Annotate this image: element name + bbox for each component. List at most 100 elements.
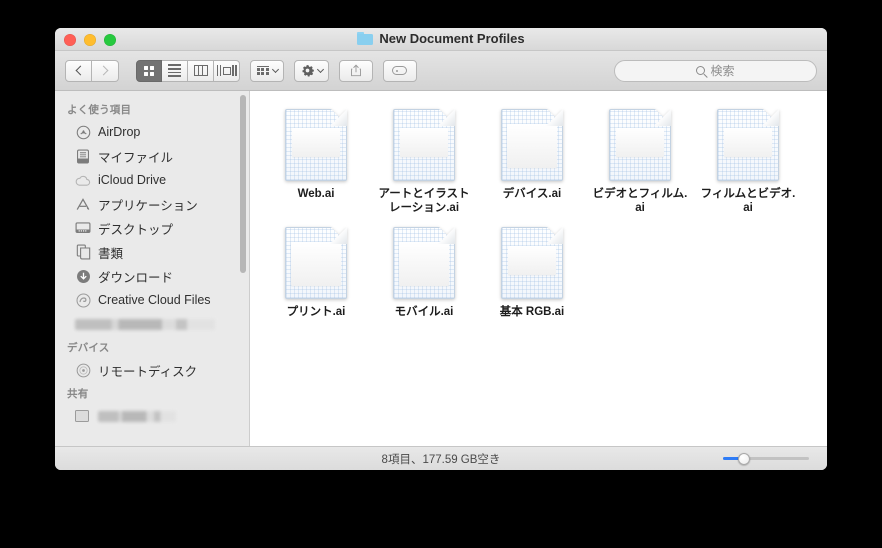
file-grid: Web.ai アートとイラストレーション.ai デバイス.ai ビデオとフィルム… [250,103,827,319]
file-item[interactable]: Web.ai [262,103,370,215]
documents-icon [75,244,91,260]
forward-button[interactable] [92,59,119,82]
ai-document-icon [501,227,563,299]
file-name: デバイス.ai [502,188,562,200]
file-item[interactable]: フィルムとビデオ.ai [694,103,802,215]
tag-button[interactable] [382,59,417,82]
sidebar-item-label: AirDrop [98,125,141,139]
finder-window: New Document Profiles 検索 よく使う項目 AirDrop … [55,28,827,470]
arrange-icon [257,65,269,76]
file-item[interactable]: モバイル.ai [370,221,478,319]
search-placeholder: 検索 [710,64,735,78]
ai-document-icon [393,109,455,181]
icon-view-button[interactable] [136,59,162,82]
tag-icon [392,66,408,75]
file-item[interactable]: デバイス.ai [478,103,586,215]
window-title-text: New Document Profiles [379,31,525,46]
sidebar-item-documents[interactable]: 書類 [55,240,249,264]
ai-document-icon [717,109,779,181]
sidebar-item-icloud-drive[interactable]: iCloud Drive [55,168,249,192]
ai-document-icon [501,109,563,181]
status-text: 8項目、177.59 GB空き [381,453,501,466]
sidebar-item-airdrop[interactable]: AirDrop [55,120,249,144]
ai-document-icon [285,227,347,299]
search-field[interactable]: 検索 [614,59,817,82]
file-name: フィルムとビデオ.ai [700,188,796,214]
title-bar[interactable]: New Document Profiles [55,28,827,51]
sidebar: よく使う項目 AirDrop マイファイル iCloud Drive アプリケー… [55,91,250,446]
airdrop-icon [75,124,91,140]
ai-document-icon [393,227,455,299]
sidebar-item-desktop[interactable]: デスクトップ [55,216,249,240]
file-item[interactable]: アートとイラストレーション.ai [370,103,478,215]
coverflow-icon [216,65,237,76]
column-view-button[interactable] [188,59,214,82]
chevron-right-icon [98,65,109,76]
sidebar-item-label: マイファイル [98,150,174,165]
share-button[interactable] [338,59,373,82]
coverflow-view-button[interactable] [214,59,240,82]
search-icon [696,66,706,75]
grid-icon [144,65,154,76]
sidebar-item-label: iCloud Drive [98,173,167,187]
sidebar-section-devices-header: デバイス [67,342,110,354]
sidebar-scrollbar[interactable] [240,95,246,273]
sidebar-item-label: デスクトップ [98,222,174,237]
redacted-label [75,318,215,330]
toolbar: 検索 [55,51,827,91]
shared-computer-icon [75,410,89,422]
icon-size-slider[interactable] [723,452,809,465]
gear-icon [301,65,314,77]
chevron-left-icon [75,65,85,76]
icloud-icon [75,172,91,188]
file-name: プリント.ai [286,306,346,318]
redacted-label [98,410,176,422]
sidebar-item-redacted[interactable] [55,312,249,336]
status-bar: 8項目、177.59 GB空き [55,446,827,470]
file-item[interactable]: プリント.ai [262,221,370,319]
view-mode-buttons [136,59,240,82]
file-item[interactable]: 基本 RGB.ai [478,221,586,319]
applications-icon [75,196,91,212]
action-menu-button[interactable] [293,59,329,82]
sidebar-item-label: ダウンロード [98,270,174,285]
sidebar-item-label: 書類 [98,246,124,261]
file-name: アートとイラストレーション.ai [378,188,470,214]
downloads-icon [75,268,91,284]
ai-document-icon [285,109,347,181]
arrange-button[interactable] [250,59,284,82]
sidebar-item-downloads[interactable]: ダウンロード [55,264,249,288]
file-browser-content[interactable]: Web.ai アートとイラストレーション.ai デバイス.ai ビデオとフィルム… [250,91,827,446]
sidebar-section-favorites-header: よく使う項目 [67,104,132,116]
myfiles-icon [75,148,91,164]
sidebar-item-label: Creative Cloud Files [98,293,211,307]
desktop-icon [75,220,91,236]
file-name: Web.ai [297,188,335,200]
list-icon [168,64,181,77]
file-name: 基本 RGB.ai [499,306,565,318]
chevron-down-icon [316,65,324,74]
sidebar-item-creative-cloud-files[interactable]: Creative Cloud Files [55,288,249,312]
window-body: よく使う項目 AirDrop マイファイル iCloud Drive アプリケー… [55,91,827,446]
creative-cloud-icon [75,292,91,308]
file-item[interactable]: ビデオとフィルム.ai [586,103,694,215]
window-title: New Document Profiles [55,31,827,46]
columns-icon [193,65,208,76]
sidebar-item-myfiles[interactable]: マイファイル [55,144,249,168]
file-name: モバイル.ai [394,306,454,318]
sidebar-section-shared-header: 共有 [67,388,89,400]
file-name: ビデオとフィルム.ai [592,188,688,214]
back-button[interactable] [65,59,92,82]
share-icon [350,64,361,77]
sidebar-item-applications[interactable]: アプリケーション [55,192,249,216]
chevron-down-icon [271,65,279,74]
remote-disc-icon [75,362,91,378]
navigation-buttons [65,59,119,82]
list-view-button[interactable] [162,59,188,82]
sidebar-item-label: リモートディスク [98,364,198,379]
sidebar-item-remote-disc[interactable]: リモートディスク [55,358,249,382]
ai-document-icon [609,109,671,181]
folder-icon [357,32,374,45]
slider-knob[interactable] [738,452,751,465]
sidebar-item-shared-redacted[interactable] [55,404,249,428]
